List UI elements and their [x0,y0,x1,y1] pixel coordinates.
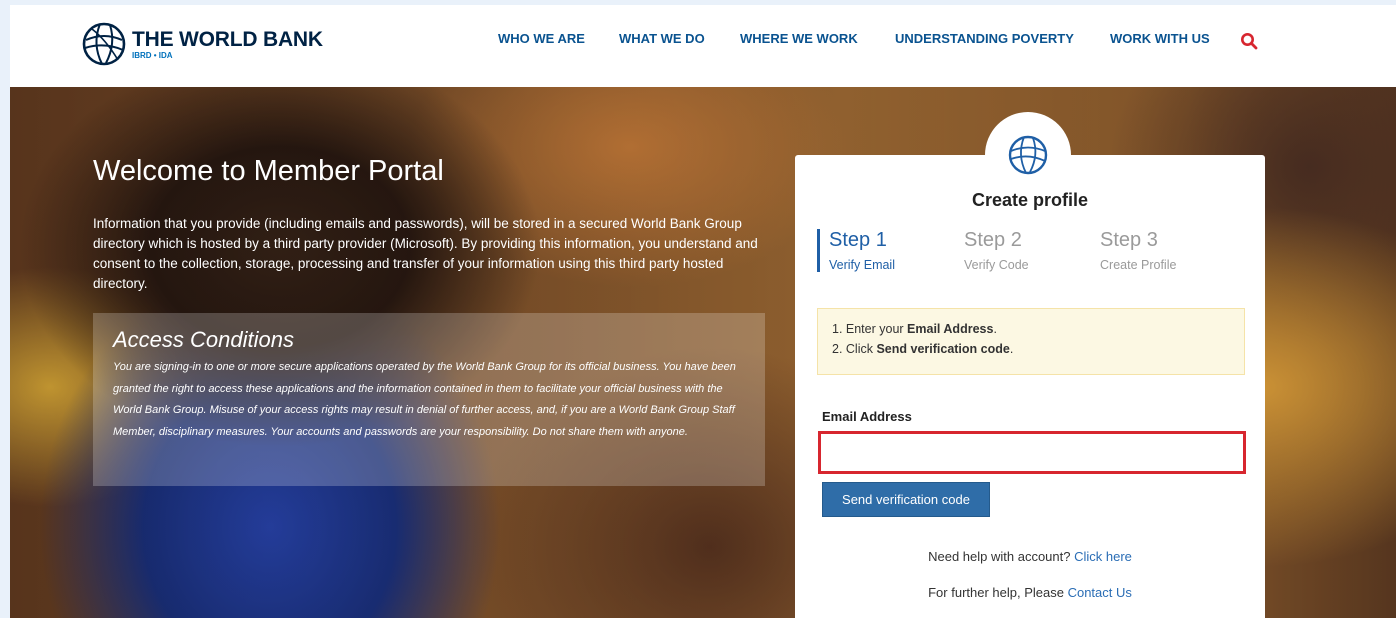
instruction-line-1: 1. Enter your Email Address. [832,319,1230,339]
further-help-line: For further help, Please Contact Us [795,585,1265,600]
hero-banner: Welcome to Member Portal Information tha… [10,87,1396,618]
page-frame: THE WORLD BANK IBRD • IDA WHO WE ARE WHA… [10,5,1396,618]
step-indicator: Step 1 Verify Email Step 2 Verify Code S… [795,229,1265,281]
access-conditions-title: Access Conditions [113,327,294,352]
step-number: Step 1 [829,229,887,251]
email-label: Email Address [822,409,912,424]
globe-icon [1008,135,1048,175]
search-icon[interactable] [1240,32,1258,50]
instruction-text: 2. Click [832,342,877,356]
create-profile-card: Create profile Step 1 Verify Email Step … [795,112,1265,618]
instruction-text: . [1009,342,1014,356]
nav-item-where-we-work[interactable]: WHERE WE WORK [740,31,858,46]
help-text: Need help with account? [928,549,1075,564]
intro-text: Information that you provide (including … [93,216,758,291]
instruction-emphasis: Email Address [907,322,994,336]
page-title: Welcome to Member Portal [93,155,444,187]
step-number: Step 2 [964,229,1022,251]
send-verification-code-button[interactable]: Send verification code [822,482,990,517]
card-badge [985,112,1071,198]
contact-us-link[interactable]: Contact Us [1068,585,1132,600]
help-account-line: Need help with account? Click here [795,549,1265,564]
step-number: Step 3 [1100,229,1158,251]
instruction-line-2: 2. Click Send verification code. [832,339,1230,359]
access-conditions-box: Access Conditions You are signing-in to … [93,313,765,486]
click-here-link[interactable]: Click here [1074,549,1132,564]
nav-item-understanding-poverty[interactable]: UNDERSTANDING POVERTY [895,31,1074,46]
main-nav: WHO WE ARE WHAT WE DO WHERE WE WORK UNDE… [10,31,1396,51]
help-text: For further help, Please [928,585,1068,600]
step-3: Step 3 Create Profile [1100,229,1176,272]
access-conditions-text: You are signing-in to one or more secure… [113,361,736,438]
step-label: Verify Code [964,258,1029,272]
step-label: Create Profile [1100,258,1177,272]
email-input[interactable] [818,431,1246,474]
step-2: Step 2 Verify Code [964,229,1029,272]
brand-subtitle: IBRD • IDA [132,50,173,60]
instructions-box: 1. Enter your Email Address. 2. Click Se… [817,308,1245,375]
nav-item-work-with-us[interactable]: WORK WITH US [1110,31,1210,46]
instruction-text: 1. Enter your [832,322,908,336]
instruction-emphasis: Send verification code [876,342,1010,356]
nav-item-what-we-do[interactable]: WHAT WE DO [619,31,705,46]
card-title: Create profile [971,190,1089,210]
instruction-text: . [993,322,997,336]
step-1: Step 1 Verify Email [817,229,895,272]
site-header: THE WORLD BANK IBRD • IDA WHO WE ARE WHA… [10,5,1396,87]
nav-item-who-we-are[interactable]: WHO WE ARE [498,31,585,46]
step-label: Verify Email [829,258,895,272]
